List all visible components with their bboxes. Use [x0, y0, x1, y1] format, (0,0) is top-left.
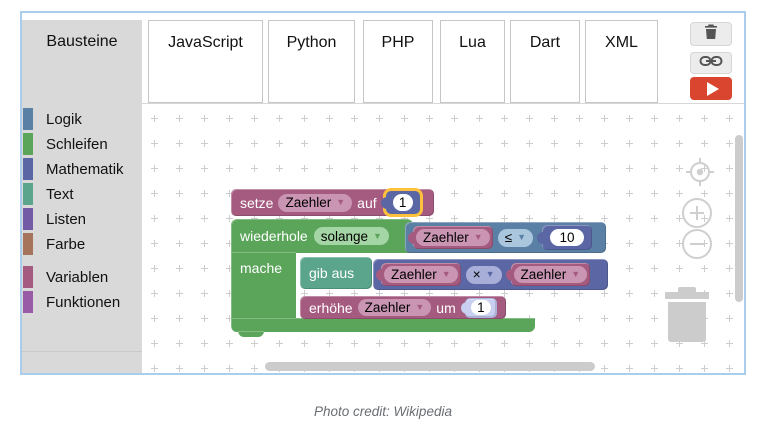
workspace-trashcan[interactable]	[665, 287, 709, 342]
chevron-down-icon: ▼	[336, 198, 345, 207]
category-color-swatch	[23, 233, 33, 255]
repeat-block-next-connector	[238, 331, 264, 337]
variable-dropdown[interactable]: Zaehler ▼	[514, 266, 588, 283]
chevron-down-icon: ▼	[571, 270, 580, 279]
variable-block[interactable]: Zaehler ▼	[511, 263, 591, 286]
set-variable-block[interactable]: setze Zaehler ▼ auf 1	[231, 189, 434, 216]
repeat-mode-dropdown[interactable]: solange ▼	[314, 227, 389, 245]
print-block[interactable]: gib aus	[300, 257, 372, 289]
variable-dropdown[interactable]: Zaehler ▼	[358, 299, 432, 316]
category-color-swatch	[23, 208, 33, 230]
number-input[interactable]: 1	[393, 194, 413, 211]
category-color-swatch	[23, 158, 33, 180]
play-icon	[707, 82, 719, 96]
toolbox-sidebar: Logik Schleifen Mathematik Text Listen F…	[22, 103, 142, 373]
number-input[interactable]: 1	[471, 300, 491, 315]
category-variablen[interactable]: Variablen	[22, 266, 142, 288]
category-listen[interactable]: Listen	[22, 208, 142, 230]
category-mathematik[interactable]: Mathematik	[22, 158, 142, 180]
category-schleifen[interactable]: Schleifen	[22, 133, 142, 155]
chevron-down-icon: ▼	[373, 232, 382, 241]
tab-lua[interactable]: Lua	[440, 20, 505, 103]
category-color-swatch	[23, 291, 33, 313]
increment-variable-block[interactable]: erhöhe Zaehler ▼ um 1	[300, 296, 506, 319]
zoom-in-button[interactable]	[682, 198, 712, 228]
discard-blocks-button[interactable]	[690, 22, 732, 46]
chevron-down-icon: ▼	[517, 233, 526, 242]
multiply-block[interactable]: Zaehler ▼ × ▼ Zaehler ▼	[373, 259, 608, 290]
zoom-to-fit-button[interactable]	[686, 158, 714, 186]
link-icon	[699, 54, 723, 72]
category-logik[interactable]: Logik	[22, 108, 142, 130]
number-block-selected[interactable]: 1	[386, 191, 420, 214]
blockly-widget: Bausteine JavaScript Python PHP Lua Dart…	[20, 11, 746, 375]
category-farbe[interactable]: Farbe	[22, 233, 142, 255]
zoom-to-fit-icon	[686, 158, 714, 186]
variable-block[interactable]: Zaehler ▼	[413, 226, 493, 249]
tab-bausteine[interactable]: Bausteine	[22, 20, 142, 103]
chevron-down-icon: ▼	[415, 303, 424, 312]
horizontal-scrollbar[interactable]	[265, 362, 595, 371]
operator-dropdown[interactable]: × ▼	[466, 266, 502, 284]
shadow-number-block[interactable]: 1	[465, 298, 497, 318]
variable-block[interactable]: Zaehler ▼	[381, 263, 461, 286]
number-input[interactable]: 10	[550, 229, 584, 246]
trash-icon	[704, 24, 718, 44]
chevron-down-icon: ▼	[474, 233, 483, 242]
variable-dropdown[interactable]: Zaehler ▼	[416, 229, 490, 246]
tab-javascript[interactable]: JavaScript	[148, 20, 263, 103]
repeat-block-bottom-bar[interactable]	[231, 318, 535, 332]
zoom-out-icon	[690, 243, 704, 245]
blockly-workspace[interactable]: wiederhole solange ▼ mache setze Zaehler…	[142, 103, 744, 373]
link-blocks-button[interactable]	[690, 52, 732, 74]
chevron-down-icon: ▼	[442, 270, 451, 279]
category-color-swatch	[23, 133, 33, 155]
category-text[interactable]: Text	[22, 183, 142, 205]
variable-dropdown[interactable]: Zaehler ▼	[278, 194, 352, 212]
run-code-button[interactable]	[690, 77, 732, 100]
photo-credit-caption: Photo credit: Wikipedia	[0, 404, 766, 419]
category-funktionen[interactable]: Funktionen	[22, 291, 142, 313]
repeat-while-block[interactable]: wiederhole solange ▼	[231, 219, 413, 253]
category-separator	[22, 351, 142, 352]
tab-python[interactable]: Python	[268, 20, 355, 103]
chevron-down-icon: ▼	[486, 270, 495, 279]
tab-xml[interactable]: XML	[585, 20, 658, 103]
tab-dart[interactable]: Dart	[510, 20, 580, 103]
operator-dropdown[interactable]: ≤ ▼	[498, 229, 533, 247]
zoom-out-button[interactable]	[682, 229, 712, 259]
repeat-block-left-column[interactable]: mache	[231, 252, 296, 319]
tab-php[interactable]: PHP	[363, 20, 433, 103]
number-block[interactable]: 10	[542, 225, 592, 250]
category-color-swatch	[23, 108, 33, 130]
comparison-block[interactable]: Zaehler ▼ ≤ ▼ 10	[405, 222, 606, 253]
vertical-scrollbar[interactable]	[735, 135, 743, 302]
variable-dropdown[interactable]: Zaehler ▼	[384, 266, 458, 283]
category-color-swatch	[23, 266, 33, 288]
category-color-swatch	[23, 183, 33, 205]
